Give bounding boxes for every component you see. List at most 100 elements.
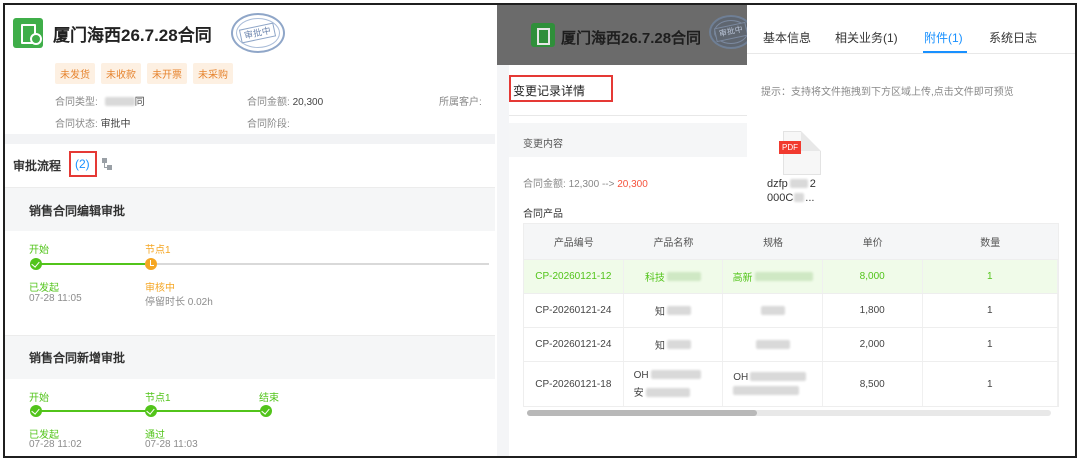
flow1-pending-line: [157, 263, 489, 265]
pdf-badge: PDF: [779, 141, 801, 154]
flow1-start-check-icon: [30, 258, 42, 270]
page-title: 厦门海西26.7.28合同: [53, 26, 212, 45]
tag-not-purchased: 未采购: [193, 63, 233, 84]
table-horizontal-scrollbar[interactable]: [527, 410, 1051, 416]
flow-chart-icon[interactable]: [101, 158, 113, 170]
redacted-block: [645, 387, 690, 397]
contract-doc-icon: [531, 23, 555, 47]
flow-title-new: 销售合同新增审批: [29, 351, 126, 365]
products-table: 产品编号 产品名称 规格 单价 数量 CP-20260121-12 科技 高新 …: [523, 223, 1059, 407]
cell-qty: 1: [923, 362, 1058, 406]
panel-divider: [509, 115, 747, 116]
tabs-divider: [747, 53, 1075, 54]
seal-text: 审批中: [713, 21, 749, 43]
contract-status-value: 审批中: [100, 119, 131, 130]
flow1-node-1-label: 节点1: [145, 245, 171, 256]
upload-hint: 提示：支持将文件拖拽到下方区域上传,点击文件即可预览: [761, 87, 1014, 98]
screenshot-frame: 厦门海西26.7.28合同 审批中 未发货 未收款 未开票 未采购 合同类型: …: [3, 3, 1077, 458]
flow1-node-start-label: 开始: [29, 245, 49, 256]
cell-name-text: OH: [633, 369, 649, 381]
flow1-progress-line: [37, 263, 145, 265]
contract-type-label: 合同类型:: [55, 97, 98, 108]
attachment-name-line2-end: ...: [805, 192, 815, 204]
table-row[interactable]: CP-20260121-24 知 2,000 1: [524, 328, 1058, 362]
contract-detail-panel: 厦门海西26.7.28合同 审批中 未发货 未收款 未开票 未采购 合同类型: …: [5, 5, 495, 456]
flow2-node1-check-icon: [145, 405, 157, 417]
flow1-start-time: 07-28 11:05: [29, 293, 82, 304]
flow2-node-start-label: 开始: [29, 393, 49, 404]
attachment-name-line2: 000C: [767, 192, 794, 204]
cell-name: OH 安: [624, 362, 724, 406]
flow1-node1-clock-icon: [145, 258, 157, 270]
table-row[interactable]: CP-20260121-24 知 1,800 1: [524, 294, 1058, 328]
cell-code: CP-20260121-12: [524, 260, 624, 293]
cell-price: 8,500: [823, 362, 923, 406]
col-product-code: 产品编号: [553, 238, 594, 249]
flow1-node1-state: 审核中: [145, 283, 175, 294]
contract-doc-icon: [13, 18, 43, 48]
scrollbar-thumb[interactable]: [527, 410, 757, 416]
products-label: 合同产品: [523, 209, 563, 220]
seal-text: 审批中: [239, 22, 277, 44]
contract-type-value: 同: [134, 97, 145, 108]
change-old-value: 12,300: [568, 179, 600, 190]
redacted-block: [650, 369, 701, 379]
tab-related-business[interactable]: 相关业务(1): [835, 29, 898, 46]
change-detail-title: 变更记录详情: [513, 84, 586, 98]
customer: 所属客户:: [439, 93, 482, 108]
table-header: 产品编号 产品名称 规格 单价 数量: [524, 224, 1058, 260]
change-label: 合同金额:: [523, 179, 566, 190]
redacted-block: [750, 371, 807, 381]
tag-not-invoiced: 未开票: [147, 63, 187, 84]
cell-code: CP-20260121-18: [524, 362, 624, 406]
approval-flow-count[interactable]: (2): [75, 157, 90, 171]
approval-flow-title: 审批流程: [13, 159, 62, 173]
table-row[interactable]: CP-20260121-18 OH 安 OH 8,500 1: [524, 362, 1058, 406]
flow1-node1-time: 停留时长 0.02h: [145, 297, 213, 308]
cell-spec: [723, 328, 823, 361]
col-spec: 规格: [763, 238, 784, 249]
contract-amount-label: 合同金额:: [247, 97, 290, 108]
redacted-block: [666, 306, 691, 315]
change-content-label: 变更内容: [523, 139, 563, 150]
tag-not-shipped: 未发货: [55, 63, 95, 84]
cell-spec: OH: [723, 362, 823, 406]
cell-qty: 1: [923, 260, 1058, 293]
approval-status-seal: 审批中: [231, 13, 285, 53]
section-divider: [5, 134, 495, 144]
cell-code: CP-20260121-24: [524, 328, 624, 361]
change-arrow: -->: [601, 179, 615, 190]
customer-label: 所属客户:: [439, 97, 482, 108]
col-quantity: 数量: [980, 238, 1001, 249]
flow2-start-check-icon: [30, 405, 42, 417]
flow2-node1-time: 07-28 11:03: [145, 439, 198, 450]
cell-price: 1,800: [823, 294, 923, 327]
contract-amount: 合同金额: 20,300: [247, 93, 323, 108]
tab-system-log[interactable]: 系统日志: [989, 29, 1037, 46]
redacted-block: [760, 306, 785, 315]
col-unit-price: 单价: [862, 238, 883, 249]
change-record-view: 厦门海西26.7.28合同 审批中 基本信息 相关业务(1) 附件(1) 系统日…: [497, 5, 1075, 456]
flow2-node-end-label: 结束: [259, 393, 279, 404]
col-product-name: 产品名称: [653, 238, 694, 249]
cell-price: 2,000: [823, 328, 923, 361]
table-row[interactable]: CP-20260121-12 科技 高新 8,000 1: [524, 260, 1058, 294]
attachment-name-line1: dzfp: [767, 178, 788, 190]
redacted-block: [733, 385, 800, 395]
flow-title-edit: 销售合同编辑审批: [29, 204, 126, 218]
tab-basic-info[interactable]: 基本信息: [763, 29, 811, 46]
attachment-name[interactable]: dzfp 2 000C...: [767, 177, 816, 205]
flow1-start-state: 已发起: [29, 283, 59, 294]
amount-change: 合同金额: 12,300 --> 20,300: [523, 175, 648, 190]
contract-status: 合同状态: 审批中: [55, 115, 131, 130]
cell-name: 科技: [624, 260, 724, 293]
cell-name-text-2: 安: [633, 387, 644, 399]
cell-name-text: 知: [654, 341, 665, 352]
cell-spec-text: OH: [733, 371, 749, 383]
tab-attachments[interactable]: 附件(1): [924, 29, 963, 46]
flow2-start-time: 07-28 11:02: [29, 439, 82, 450]
cell-qty: 1: [923, 294, 1058, 327]
flow2-node-1-label: 节点1: [145, 393, 171, 404]
redacted-block: [754, 272, 813, 281]
cell-name: 知: [624, 328, 724, 361]
